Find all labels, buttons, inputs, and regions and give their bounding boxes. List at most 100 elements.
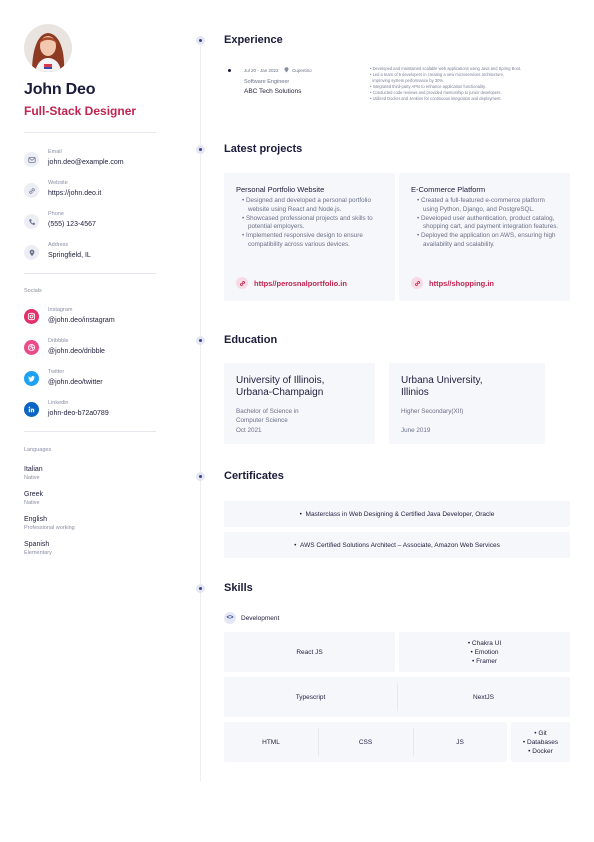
skill-cell: • Git • Databases • Docker [511,722,570,762]
education-date: June 2019 [401,427,431,434]
social-label: Dribbble [48,338,69,344]
project-link-text[interactable]: https//perosnalportfolio.in [254,279,347,288]
social-linkedin[interactable]: Linkedin john-deo-b72a0789 [24,400,156,419]
language-level: Elementary [24,550,52,556]
language-name: Italian [24,466,43,473]
contact-email[interactable]: Email john.deo@example.com [24,149,156,168]
social-handle[interactable]: @john.deo/dribble [48,346,105,357]
experience-position: Software Engineer [244,79,290,85]
contact-value[interactable]: https://john.deo.it [48,188,101,199]
contact-website[interactable]: Website https://john.deo.it [24,180,156,199]
link-icon [411,277,423,289]
link-icon [24,183,39,198]
timeline-dot [196,472,205,481]
contact-value: Springfield, IL [48,252,91,259]
skill-category-label: Development [241,614,280,622]
language-level: Professional working [24,525,75,531]
social-handle[interactable]: john-deo-b72a0789 [48,408,109,419]
experience-company: ABC Tech Solutions [244,88,302,95]
avatar [24,24,72,72]
certificate-text: Masterclass in Web Designing & Certified… [305,510,495,518]
bullet-dot [228,69,231,72]
project-title: E-Commerce Platform [411,185,486,194]
education-date: Oct 2021 [236,427,262,434]
contact-label: Email [48,149,62,155]
timeline-dot [196,584,205,593]
project-link[interactable]: https//perosnalportfolio.in [236,277,347,289]
project-card: Personal Portfolio Website • Designed an… [224,173,395,301]
socials-heading: Socials [24,288,42,294]
linkedin-icon [24,402,39,417]
bullet-text: • Utilized Docker and Jenkins for contin… [370,96,502,101]
skill-category: <> Development [224,612,279,624]
social-twitter[interactable]: Twitter @john.deo/twitter [24,369,156,388]
contact-value[interactable]: john.deo@example.com [48,157,124,168]
bullet-text: • Deployed the application on AWS, ensur… [417,232,556,248]
section-title-skills: Skills [224,582,253,594]
social-handle[interactable]: @john.deo/twitter [48,377,103,388]
phone-icon [24,214,39,229]
bullet-text: • Designed and developed a personal port… [242,197,371,213]
location-icon [24,245,39,260]
contact-value[interactable]: (555) 123-4567 [48,219,96,230]
certificate-item: • AWS Certified Solutions Architect – As… [224,532,570,558]
skill-row: HTML CSS JS [224,722,507,762]
social-instagram[interactable]: Instagram @john.deo/instagram [24,307,156,326]
dribbble-icon [24,340,39,355]
divider [24,273,156,274]
instagram-icon [24,309,39,324]
language-name: Spanish [24,541,50,548]
skill-name: NextJS [473,693,494,701]
contact-label: Address [48,242,69,248]
skill-cell: React JS [224,632,395,672]
code-icon: <> [224,612,236,624]
language-level: Native [24,475,40,481]
experience-dates: Jul 20 - Jan 2022 [244,68,279,73]
social-label: Instagram [48,307,73,313]
divider [24,132,156,133]
language-level: Native [24,500,40,506]
timeline-dot [196,36,205,45]
project-link-text[interactable]: https//shopping.in [429,279,494,288]
contact-list: Email john.deo@example.com Website https… [24,149,156,261]
experience-meta: Jul 20 - Jan 2022 Cupertino [244,67,312,74]
contact-phone[interactable]: Phone (555) 123-4567 [24,211,156,230]
bullet-text: • Developed user authentication, product… [417,214,559,231]
contact-address: Address Springfield, IL [24,242,156,261]
section-title-certificates: Certificates [224,470,284,482]
skill-name: HTML [262,738,280,746]
social-dribbble[interactable]: Dribbble @john.deo/dribble [24,338,156,357]
divider [24,431,156,432]
bullet-text: • Showcased professional projects and sk… [242,214,373,231]
contact-label: Website [48,180,68,186]
profile-name: John Deo [24,81,96,98]
skill-name: CSS [358,738,373,746]
bullet-text: • Implemented responsive design to ensur… [242,232,363,248]
language-item: Greek Native [24,491,156,506]
education-degree: Bachelor of Science in Computer Science [236,408,299,424]
project-card: E-Commerce Platform • Created a full-fea… [399,173,570,301]
language-item: English Professional working [24,516,156,531]
skill-name: Typescript [295,693,326,701]
section-title-education: Education [224,334,278,346]
experience-bullets: • Developed and maintained scalable web … [370,66,570,102]
language-item: Italian Native [24,466,156,481]
experience-location: Cupertino [292,68,312,73]
language-name: Greek [24,491,44,498]
timeline-dot [196,145,205,154]
skill-row: Typescript NextJS [224,677,570,717]
languages-heading: Languages [24,447,52,453]
contact-label: Phone [48,211,64,217]
language-item: Spanish Elementary [24,541,156,556]
social-label: Twitter [48,369,65,375]
location-icon [284,67,289,74]
skill-list: • Chakra UI • Emotion • Framer [467,639,502,665]
certificate-text: AWS Certified Solutions Architect – Asso… [300,541,500,549]
education-school: University of Illinois, Urbana-Champaign [236,375,325,398]
education-card: University of Illinois, Urbana-Champaign… [224,363,375,444]
section-title-projects: Latest projects [224,143,303,155]
social-label: Linkedin [48,400,69,406]
project-bullets: • Designed and developed a personal port… [240,197,386,250]
project-link[interactable]: https//shopping.in [411,277,494,289]
social-handle[interactable]: @john.deo/instagram [48,315,115,326]
